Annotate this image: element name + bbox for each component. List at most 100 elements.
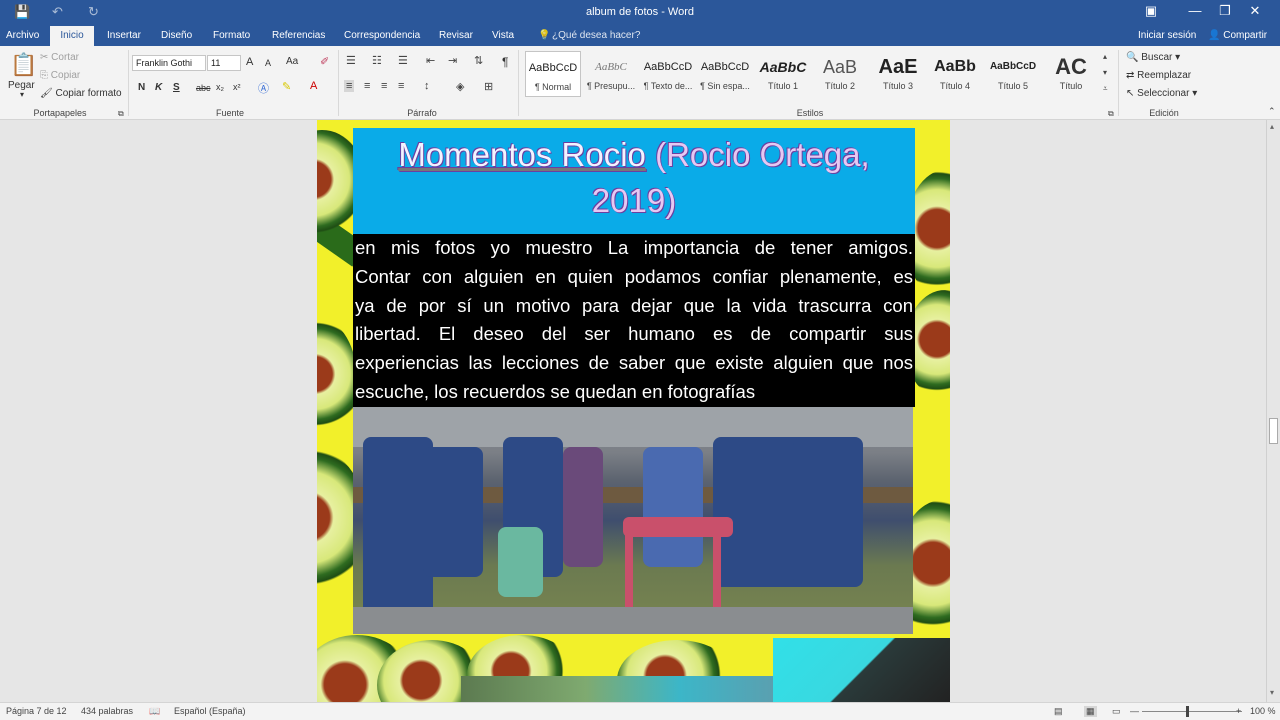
increase-indent-icon[interactable]: ⇥ (448, 54, 457, 67)
web-layout-icon[interactable]: ▭ (1112, 706, 1121, 717)
italic-button[interactable]: K (155, 82, 162, 93)
align-left-icon[interactable]: ≡ (344, 80, 355, 92)
font-size-combo[interactable]: 11 (207, 55, 241, 71)
shading-icon[interactable]: ◈ (456, 80, 464, 93)
paste-icon[interactable]: 📋 (10, 52, 37, 78)
sign-in-link[interactable]: Iniciar sesión (1134, 26, 1200, 46)
body-line: Contar con alguien en quien podamos conf… (355, 265, 913, 287)
print-layout-icon[interactable]: ▦ (1084, 706, 1097, 717)
style-titulo-4[interactable]: AaBb Título 4 (927, 51, 983, 97)
text-effects-icon[interactable]: Ⓐ (258, 80, 269, 96)
document-title[interactable]: Momentos Rocio (Rocio Ortega, 2019) (353, 128, 915, 235)
style-presupuesto[interactable]: AaBbC ¶ Presupu... (583, 51, 639, 97)
second-photo[interactable] (461, 676, 773, 702)
proofing-icon[interactable]: 📖 (149, 706, 160, 717)
replace-button[interactable]: ⇄ Reemplazar (1126, 70, 1191, 81)
underline-button[interactable]: S (173, 82, 180, 93)
ribbon-display-options-button[interactable]: ▣ (1136, 3, 1166, 19)
strikethrough-button[interactable]: abc (196, 83, 211, 93)
tab-formato[interactable]: Formato (209, 26, 254, 46)
scroll-down-icon[interactable]: ▾ (1270, 688, 1274, 697)
line-spacing-icon[interactable]: ↕ (424, 80, 430, 92)
numbering-icon[interactable]: ☷ (372, 54, 382, 67)
show-formatting-button[interactable]: ¶ (502, 55, 508, 69)
restore-button[interactable]: ❐ (1210, 3, 1240, 19)
body-line: ya de por sí un motivo para dejar que la… (355, 294, 913, 316)
style-sin-espaciado[interactable]: AaBbCcD ¶ Sin espa... (697, 51, 753, 97)
change-case-button[interactable]: Aa (286, 56, 298, 67)
style-titulo-3[interactable]: AaE Título 3 (870, 51, 926, 97)
style-texto[interactable]: AaBbCcD ¶ Texto de... (640, 51, 696, 97)
group-photo[interactable] (353, 407, 913, 634)
justify-icon[interactable]: ≡ (398, 80, 404, 92)
style-titulo-5[interactable]: AaBbCcD Título 5 (985, 51, 1041, 97)
close-button[interactable]: ✕ (1240, 3, 1270, 19)
cut-button[interactable]: ✂ Cortar (40, 52, 79, 63)
multilevel-list-icon[interactable]: ☰ (398, 54, 408, 67)
language-indicator[interactable]: Español (España) (174, 706, 246, 716)
brush-icon: 🖌 (40, 88, 53, 99)
zoom-out-icon[interactable]: — (1130, 706, 1139, 716)
zoom-slider[interactable] (1142, 711, 1242, 712)
zoom-level[interactable]: 100 % (1250, 706, 1276, 716)
collapse-ribbon-icon[interactable]: ⌃ (1268, 106, 1276, 117)
body-line: escuche, los recuerdos se quedan en foto… (355, 380, 756, 402)
tab-referencias[interactable]: Referencias (268, 26, 329, 46)
clear-format-icon[interactable]: ✐ (320, 55, 329, 68)
decrease-indent-icon[interactable]: ⇤ (426, 54, 435, 67)
bullets-icon[interactable]: ☰ (346, 54, 356, 67)
style-titulo-2[interactable]: AaB Título 2 (812, 51, 868, 97)
tab-insertar[interactable]: Insertar (103, 26, 145, 46)
borders-icon[interactable]: ⊞ (484, 80, 493, 93)
minimize-button[interactable]: — (1180, 3, 1210, 18)
format-painter-button[interactable]: 🖌 Copiar formato (40, 88, 122, 99)
font-family-combo[interactable]: Franklin Gothi (132, 55, 206, 71)
editing-group-label: Edición (1149, 108, 1179, 118)
shrink-font-button[interactable]: A (265, 58, 271, 68)
select-button[interactable]: ↖ Seleccionar ▾ (1126, 88, 1197, 99)
tab-correspondencia[interactable]: Correspondencia (340, 26, 424, 46)
word-count[interactable]: 434 palabras (81, 706, 133, 716)
document-workspace: Momentos Rocio (Rocio Ortega, 2019) en m… (0, 120, 1266, 702)
bold-button[interactable]: N (138, 82, 145, 93)
align-center-icon[interactable]: ≡ (364, 80, 370, 92)
style-titulo-1[interactable]: AaBbC Título 1 (755, 51, 811, 97)
tab-vista[interactable]: Vista (488, 26, 518, 46)
document-page[interactable]: Momentos Rocio (Rocio Ortega, 2019) en m… (317, 120, 950, 702)
font-color-icon[interactable]: A (310, 80, 317, 92)
highlight-icon[interactable]: ✎ (282, 80, 291, 93)
styles-scroll-down-icon[interactable]: ▾ (1103, 68, 1107, 77)
zoom-in-icon[interactable]: + (1236, 706, 1241, 716)
cursor-icon: ↖ (1126, 88, 1135, 99)
tab-diseno[interactable]: Diseño (157, 26, 196, 46)
person-icon: 👤 (1208, 30, 1221, 41)
document-body-text[interactable]: en mis fotos yo muestro La importancia d… (353, 234, 915, 407)
vertical-scrollbar[interactable]: ▴ ▾ (1266, 120, 1280, 702)
style-normal[interactable]: AaBbCcD ¶ Normal (525, 51, 581, 97)
align-right-icon[interactable]: ≡ (381, 80, 387, 92)
page-count[interactable]: Página 7 de 12 (6, 706, 67, 716)
dialog-launcher-icon[interactable]: ⧉ (118, 109, 124, 119)
styles-scroll-up-icon[interactable]: ▴ (1103, 52, 1107, 61)
styles-more-icon[interactable]: ⩡ (1103, 84, 1108, 94)
third-photo[interactable] (773, 638, 950, 702)
sort-icon[interactable]: ⇅ (474, 54, 483, 67)
share-button[interactable]: 👤 Compartir (1204, 26, 1271, 46)
tab-archivo[interactable]: Archivo (0, 26, 45, 46)
find-button[interactable]: 🔍 Buscar ▾ (1126, 52, 1180, 63)
tell-me-box[interactable]: ¿Qué desea hacer? (548, 26, 644, 46)
ribbon: 📋 Pegar ▾ ✂ Cortar ⎘ Copiar 🖌 Copiar for… (0, 46, 1280, 120)
status-bar: Página 7 de 12 434 palabras 📖 Español (E… (0, 702, 1280, 720)
read-mode-icon[interactable]: ▤ (1054, 706, 1063, 717)
copy-button[interactable]: ⎘ Copiar (40, 70, 80, 81)
grow-font-button[interactable]: A (246, 56, 253, 68)
tab-revisar[interactable]: Revisar (435, 26, 477, 46)
styles-dialog-launcher-icon[interactable]: ⧉ (1108, 109, 1114, 119)
tab-inicio[interactable]: Inicio (50, 26, 94, 46)
subscript-button[interactable]: x₂ (216, 82, 224, 92)
scrollbar-thumb[interactable] (1269, 418, 1278, 444)
style-titulo[interactable]: AC Título (1043, 51, 1099, 97)
scroll-up-icon[interactable]: ▴ (1270, 122, 1274, 131)
superscript-button[interactable]: x² (233, 82, 241, 92)
zoom-slider-thumb[interactable] (1186, 706, 1189, 717)
